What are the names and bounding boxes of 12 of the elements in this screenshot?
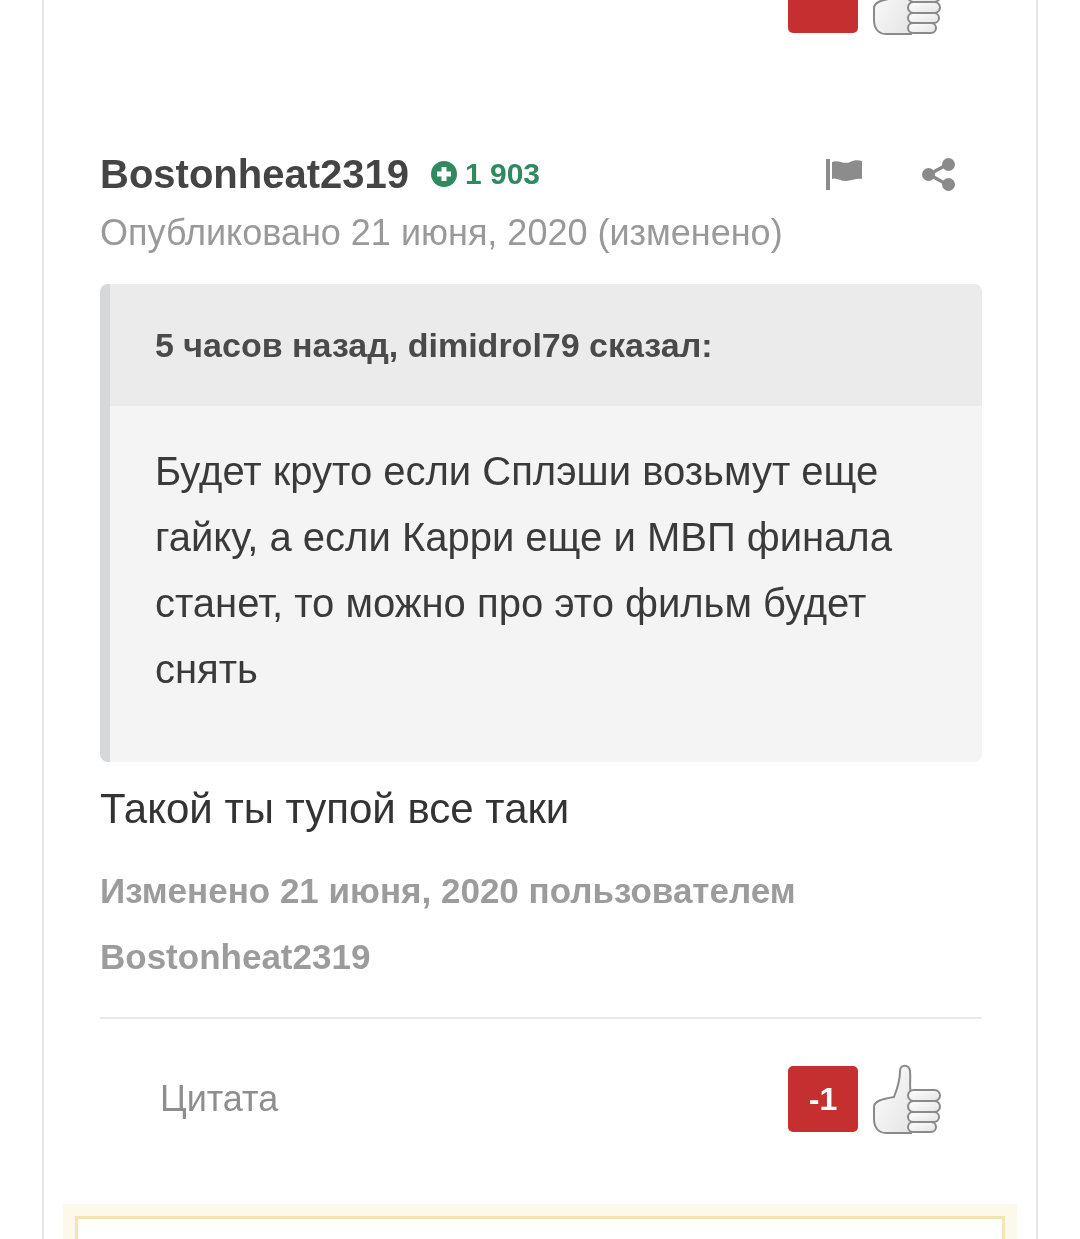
reputation-count-badge: -1 [788, 1066, 858, 1132]
quote-citation: 5 часов назад, dimidrol79 сказал: [110, 284, 982, 406]
reputation-score: 1 903 [465, 156, 541, 192]
thumbs-up-icon[interactable] [872, 1063, 942, 1135]
share-icon[interactable] [922, 157, 955, 191]
flag-icon[interactable] [826, 158, 862, 190]
post-text: Такой ты тупой все таки [100, 785, 571, 833]
plus-circle-icon [431, 161, 457, 187]
author-name-link[interactable]: Bostonheat2319 [100, 149, 409, 199]
published-date: Опубликовано 21 июня, 2020 (изменено) [100, 212, 784, 254]
quoted-text: Будет круто если Сплэши возьмут еще гайку, а если Карри еще и МВП финала станет, то можно про это фильм будет снять [155, 448, 893, 693]
edit-note: Изменено 21 июня, 2020 пользователем Bostonheat2319 [100, 870, 797, 978]
